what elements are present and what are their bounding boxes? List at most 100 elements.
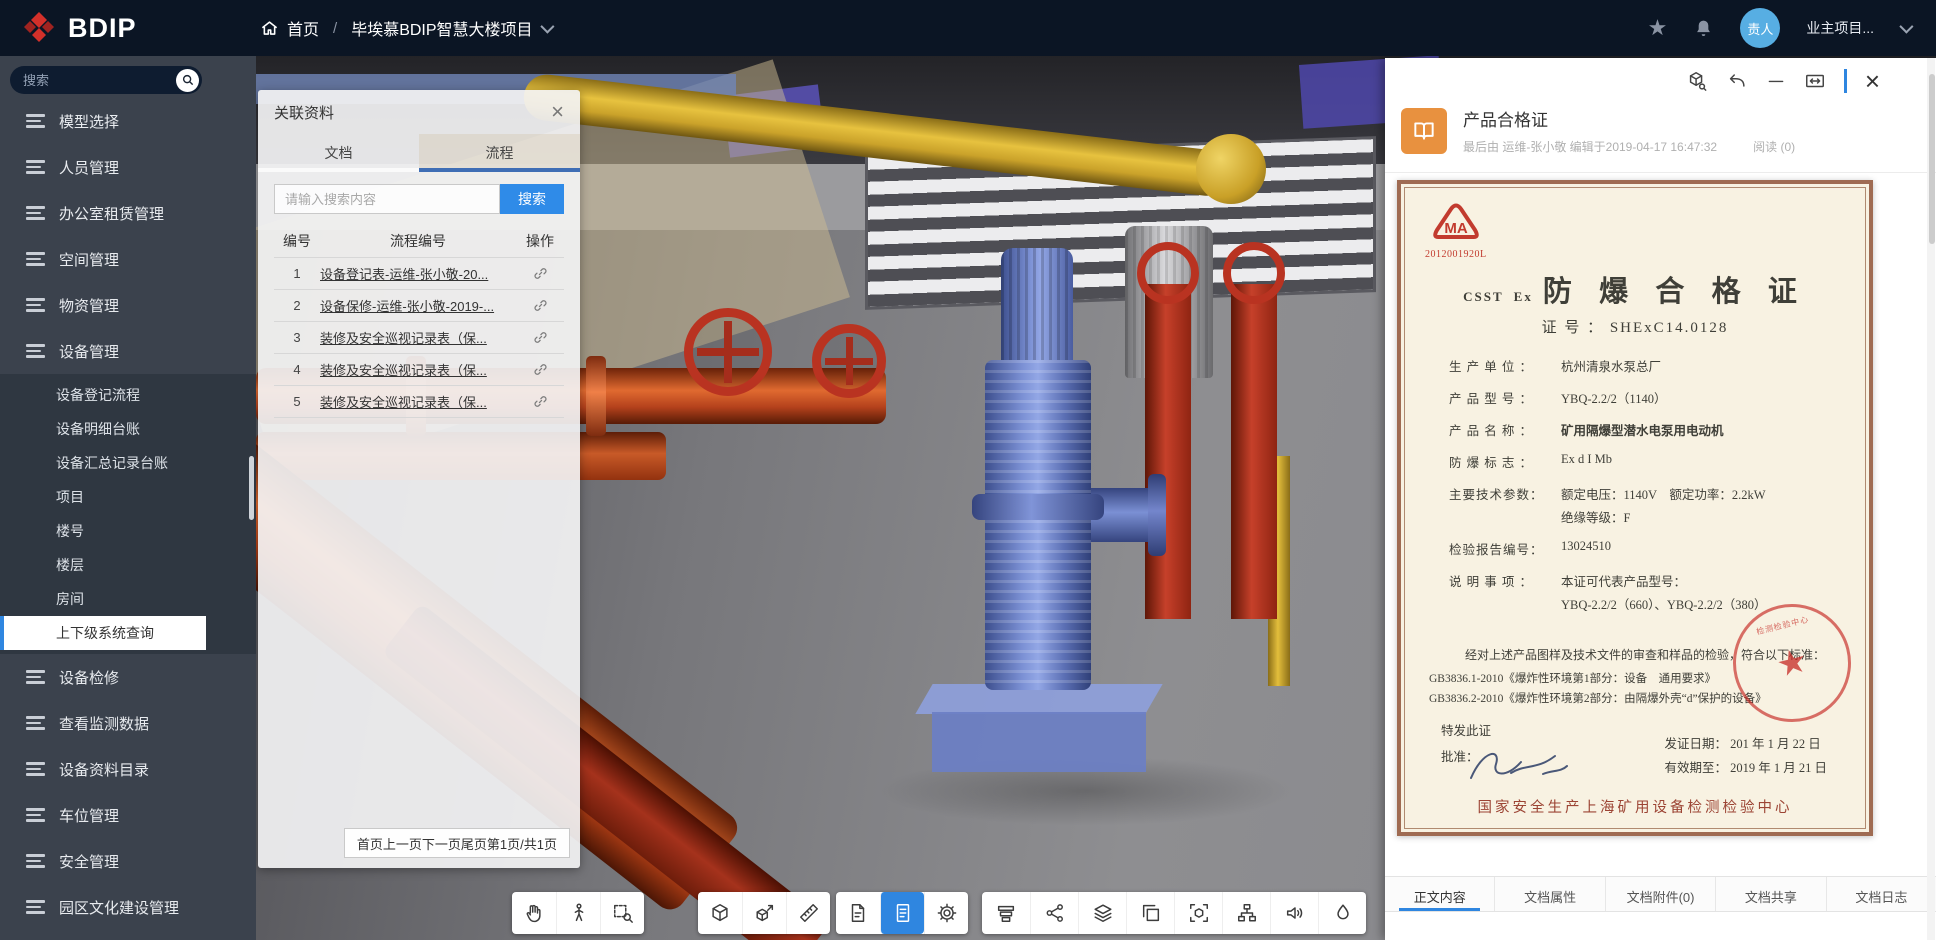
breadcrumb-project[interactable]: 毕埃慕BDIP智慧大楼项目 bbox=[351, 16, 550, 40]
document-edit-icon[interactable] bbox=[836, 892, 880, 934]
field-value: 矿用隔爆型潜水电泵用电动机 bbox=[1561, 420, 1724, 439]
sidebar-item-equipment[interactable]: 设备管理 bbox=[0, 328, 256, 374]
flow-table: 编号 流程编号 操作 1 设备登记表-运维-张小敬-20... 2 设备保修-运… bbox=[258, 224, 580, 418]
table-row: 2 设备保修-运维-张小敬-2019-... bbox=[274, 290, 564, 322]
ma-logo: MA 2012001920L bbox=[1425, 202, 1487, 260]
submenu-item-project[interactable]: 项目 bbox=[0, 480, 256, 514]
pagination-last[interactable]: 尾页 bbox=[461, 834, 487, 853]
pagination-next[interactable]: 下一页 bbox=[422, 834, 461, 853]
sidebar-item-park-culture[interactable]: 园区文化建设管理 bbox=[0, 884, 256, 930]
submenu-item-summary-ledger[interactable]: 设备汇总记录台账 bbox=[0, 446, 256, 480]
flow-search-button[interactable]: 搜索 bbox=[500, 184, 564, 214]
sidebar-item-label: 设备资料目录 bbox=[59, 759, 149, 780]
link-icon[interactable] bbox=[516, 361, 564, 378]
sidebar-item-safety[interactable]: 安全管理 bbox=[0, 838, 256, 884]
flow-link[interactable]: 装修及安全巡视记录表（保... bbox=[320, 360, 516, 379]
valid-date-value: 2019 年 1 月 21 日 bbox=[1730, 761, 1827, 775]
sidebar-search-input[interactable] bbox=[23, 73, 176, 88]
settings-gear-icon[interactable] bbox=[924, 892, 968, 934]
fit-width-icon[interactable] bbox=[1804, 70, 1826, 92]
user-chevron-down-icon[interactable] bbox=[1899, 20, 1913, 34]
sidebar-item-equipment-docs[interactable]: 设备资料目录 bbox=[0, 746, 256, 792]
close-icon[interactable]: × bbox=[1865, 68, 1880, 94]
tab-attachments[interactable]: 文档附件(0) bbox=[1606, 877, 1716, 911]
sidebar-item-personnel[interactable]: 人员管理 bbox=[0, 144, 256, 190]
tab-logs[interactable]: 文档日志 bbox=[1827, 877, 1936, 911]
link-icon[interactable] bbox=[516, 297, 564, 314]
scene-red-valve bbox=[1223, 242, 1285, 304]
layers-icon[interactable] bbox=[1078, 892, 1126, 934]
pagination-first[interactable]: 首页 bbox=[357, 834, 383, 853]
undo-icon[interactable] bbox=[1726, 70, 1748, 92]
cert-dates: 发证日期： 201 年 1 月 22 日 有效期至： 2019 年 1 月 21… bbox=[1664, 732, 1827, 780]
menu-icon bbox=[26, 670, 45, 684]
submenu-item-system-query[interactable]: 上下级系统查询 bbox=[0, 616, 206, 650]
cube-explode-icon[interactable] bbox=[742, 892, 786, 934]
model-frame-icon[interactable] bbox=[1174, 892, 1222, 934]
sidebar-item-monitoring[interactable]: 查看监测数据 bbox=[0, 700, 256, 746]
measure-icon[interactable] bbox=[786, 892, 830, 934]
flow-link[interactable]: 设备保修-运维-张小敬-2019-... bbox=[320, 296, 516, 315]
sidebar-item-model-select[interactable]: 模型选择 bbox=[0, 98, 256, 144]
read-label: 阅读 bbox=[1753, 140, 1777, 154]
pump-base-front bbox=[932, 712, 1146, 772]
link-icon[interactable] bbox=[516, 393, 564, 410]
flow-link[interactable]: 设备登记表-运维-张小敬-20... bbox=[320, 264, 516, 283]
document-info-icon[interactable] bbox=[880, 892, 924, 934]
signature bbox=[1463, 740, 1573, 786]
copy-icon[interactable] bbox=[1126, 892, 1174, 934]
sidebar-scrollbar[interactable] bbox=[249, 456, 254, 520]
pan-hand-icon[interactable] bbox=[512, 892, 556, 934]
selected-pump-body[interactable] bbox=[985, 360, 1091, 690]
zoom-select-icon[interactable] bbox=[600, 892, 644, 934]
sidebar-item-materials[interactable]: 物资管理 bbox=[0, 282, 256, 328]
cube-view-icon[interactable] bbox=[698, 892, 742, 934]
minimize-icon[interactable] bbox=[1766, 71, 1786, 91]
tree-structure-icon[interactable] bbox=[1222, 892, 1270, 934]
sidebar-item-label: 查看监测数据 bbox=[59, 713, 149, 734]
scrollbar-thumb[interactable] bbox=[1929, 74, 1935, 244]
submenu-item-floor[interactable]: 楼层 bbox=[0, 548, 256, 582]
submenu-item-room[interactable]: 房间 bbox=[0, 582, 256, 616]
sidebar-item-office-lease[interactable]: 办公室租赁管理 bbox=[0, 190, 256, 236]
field-label: 生 产 单 位 ： bbox=[1449, 356, 1561, 375]
menu-icon bbox=[26, 808, 45, 822]
selected-pump-motor bbox=[1001, 248, 1073, 363]
nav-home[interactable]: 首页 bbox=[260, 16, 319, 40]
field-value: 额定电压：1140V 额定功率：2.2kW bbox=[1561, 484, 1766, 503]
sidebar-item-space[interactable]: 空间管理 bbox=[0, 236, 256, 282]
chevron-down-icon bbox=[540, 20, 554, 34]
avatar[interactable]: 责人 bbox=[1740, 8, 1780, 48]
link-icon[interactable] bbox=[516, 329, 564, 346]
link-icon[interactable] bbox=[516, 265, 564, 282]
bell-icon[interactable] bbox=[1693, 18, 1714, 39]
sidebar-search-button[interactable] bbox=[176, 69, 199, 92]
menu-icon bbox=[26, 160, 45, 174]
tab-sharing[interactable]: 文档共享 bbox=[1716, 877, 1826, 911]
pagination-prev[interactable]: 上一页 bbox=[383, 834, 422, 853]
star-icon[interactable]: ★ bbox=[1648, 15, 1668, 41]
tab-flows[interactable]: 流程 bbox=[419, 134, 580, 172]
flow-link[interactable]: 装修及安全巡视记录表（保... bbox=[320, 328, 516, 347]
tab-documents[interactable]: 文档 bbox=[258, 134, 419, 172]
walk-person-icon[interactable] bbox=[556, 892, 600, 934]
sidebar-item-parking[interactable]: 车位管理 bbox=[0, 792, 256, 838]
paint-drop-icon[interactable] bbox=[1318, 892, 1366, 934]
tab-properties[interactable]: 文档属性 bbox=[1495, 877, 1605, 911]
submenu-item-detail-ledger[interactable]: 设备明细台账 bbox=[0, 412, 256, 446]
table-row: 3 装修及安全巡视记录表（保... bbox=[274, 322, 564, 354]
share-icon[interactable] bbox=[1030, 892, 1078, 934]
field-label: 防 爆 标 志 ： bbox=[1449, 452, 1561, 471]
related-panel-search: 搜索 bbox=[258, 172, 580, 224]
breadcrumb-separator: / bbox=[333, 20, 337, 37]
submenu-item-building[interactable]: 楼号 bbox=[0, 514, 256, 548]
submenu-item-registration-flow[interactable]: 设备登记流程 bbox=[0, 378, 256, 412]
flow-search-input[interactable] bbox=[274, 184, 500, 214]
tab-content[interactable]: 正文内容 bbox=[1385, 877, 1495, 911]
close-icon[interactable]: × bbox=[551, 101, 564, 123]
sidebar-item-maintenance[interactable]: 设备检修 bbox=[0, 654, 256, 700]
flow-link[interactable]: 装修及安全巡视记录表（保... bbox=[320, 392, 516, 411]
stack-icon[interactable] bbox=[982, 892, 1030, 934]
locate-model-icon[interactable] bbox=[1686, 70, 1708, 92]
sound-icon[interactable] bbox=[1270, 892, 1318, 934]
